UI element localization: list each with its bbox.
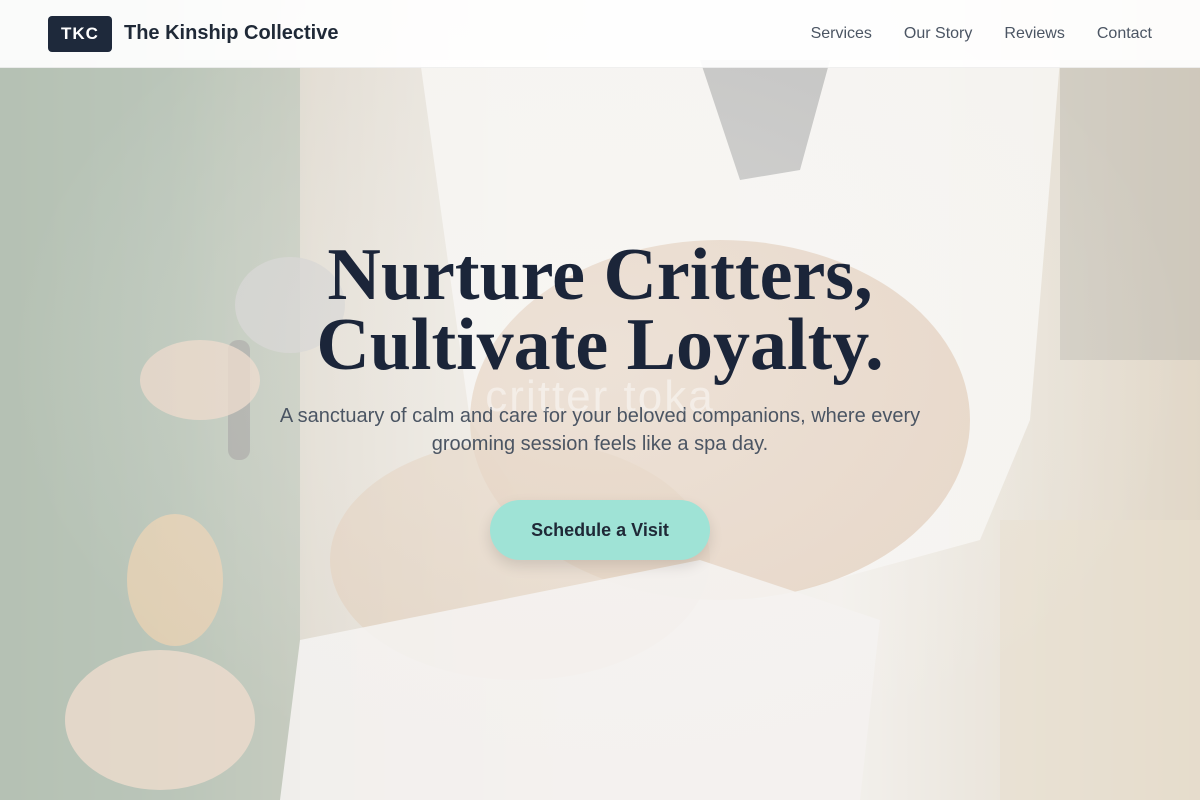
- schedule-visit-button[interactable]: Schedule a Visit: [490, 500, 710, 560]
- hero-title-line-1: Nurture Critters,: [327, 234, 873, 316]
- hero-title: Nurture Critters, Cultivate Loyalty.: [316, 234, 884, 386]
- nav-link-our-story[interactable]: Our Story: [904, 25, 972, 43]
- nav-link-services[interactable]: Services: [811, 25, 872, 43]
- brand-name[interactable]: The Kinship Collective: [124, 22, 338, 45]
- photo-watermark: critter toka: [485, 372, 715, 421]
- hero-section: critter toka Nurture Critters, Cultivate…: [0, 0, 1200, 800]
- nav-link-reviews[interactable]: Reviews: [1004, 25, 1064, 43]
- hero-title-line-2: Cultivate Loyalty.: [316, 304, 884, 386]
- nav-link-contact[interactable]: Contact: [1097, 25, 1152, 43]
- top-navbar: TKC The Kinship Collective Services Our …: [0, 0, 1200, 68]
- logo-badge[interactable]: TKC: [48, 15, 112, 52]
- main-nav: Services Our Story Reviews Contact: [811, 25, 1152, 43]
